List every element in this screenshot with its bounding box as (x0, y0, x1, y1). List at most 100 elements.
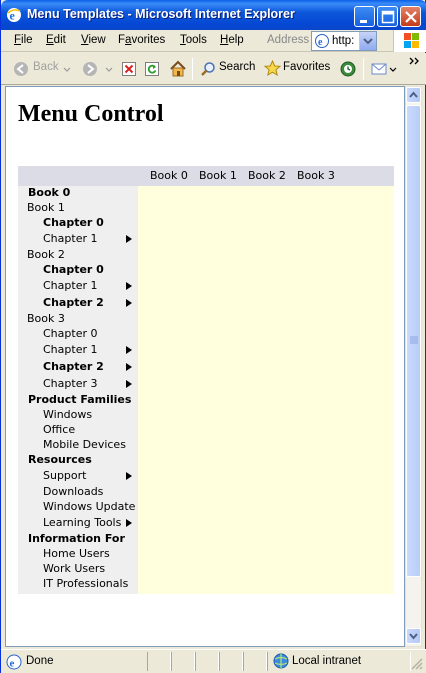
nav-item-label: Book 0 (28, 186, 71, 199)
nav-item-label: Work Users (43, 562, 106, 575)
submenu-arrow-icon (126, 472, 132, 480)
nav-item[interactable]: Chapter 2 (43, 296, 138, 312)
nav-item[interactable]: Book 0 (28, 186, 139, 202)
nav-item-label: Office (43, 423, 76, 436)
windows-logo (393, 30, 426, 52)
submenu-arrow-icon (126, 380, 132, 388)
address-dropdown-button[interactable] (359, 32, 376, 50)
back-arrow-icon (14, 62, 28, 76)
nav-item[interactable]: Chapter 1 (43, 343, 138, 359)
menu-help[interactable]: Help (220, 34, 244, 46)
nav-item-label: Chapter 1 (43, 232, 98, 245)
nav-item[interactable]: Resources (28, 453, 139, 469)
top-menu-book-3[interactable]: Book 3 (297, 169, 335, 182)
resize-grip-icon[interactable] (411, 658, 423, 670)
minimize-button[interactable] (354, 6, 375, 27)
nav-item[interactable]: Home Users (43, 547, 138, 563)
nav-item[interactable]: Product Families (28, 393, 139, 409)
status-bar: e Done Local intranet (1, 649, 426, 673)
submenu-arrow-icon (126, 519, 132, 527)
menu-edit[interactable]: Edit (46, 34, 66, 46)
nav-item[interactable]: Work Users (43, 562, 138, 578)
submenu-arrow-icon (126, 299, 132, 307)
nav-item[interactable]: Book 3 (27, 312, 138, 328)
address-value: http: (332, 35, 355, 47)
nav-item[interactable]: Chapter 2 (43, 360, 138, 376)
nav-item[interactable]: Windows Update (43, 500, 138, 516)
forward-dropdown-icon[interactable] (105, 67, 113, 73)
search-button[interactable]: Search (219, 61, 255, 73)
status-text: Done (26, 655, 54, 667)
page-done-icon: e (6, 654, 22, 670)
nav-item[interactable]: Chapter 0 (43, 327, 138, 343)
scroll-down-button[interactable] (406, 628, 421, 644)
vertical-scrollbar[interactable] (405, 86, 422, 647)
chevron-up-icon (409, 91, 418, 98)
menu-view[interactable]: View (81, 34, 106, 46)
top-menu-book-1[interactable]: Book 1 (199, 169, 237, 182)
mail-icon[interactable] (371, 62, 389, 76)
close-button[interactable] (400, 6, 421, 27)
nav-item[interactable]: Chapter 1 (43, 279, 138, 295)
nav-item[interactable]: Chapter 0 (43, 263, 138, 279)
nav-item-label: IT Professionals (43, 577, 129, 590)
menu-bar: File Edit View Favorites Tools Help Addr… (1, 30, 426, 52)
home-icon[interactable] (169, 60, 187, 77)
nav-item[interactable]: Information For (28, 532, 139, 548)
submenu-arrow-icon (126, 346, 132, 354)
nav-item-label: Windows (43, 408, 93, 421)
page-viewport: Menu Control Book 0 Book 1 Book 2 Book 3… (5, 86, 405, 647)
nav-item[interactable]: Mobile Devices (43, 438, 138, 454)
nav-item[interactable]: Office (43, 423, 138, 439)
nav-item[interactable]: Support (43, 469, 138, 485)
zone-pane: Local intranet (267, 652, 411, 671)
scroll-thumb[interactable] (406, 105, 421, 577)
nav-item-label: Windows Update (43, 500, 136, 513)
nav-item-label: Chapter 0 (43, 263, 104, 276)
menu-file[interactable]: File (14, 34, 33, 46)
status-pane (147, 652, 171, 671)
address-field[interactable]: e http: (311, 31, 377, 51)
nav-item[interactable]: Chapter 0 (43, 216, 138, 232)
nav-item[interactable]: Chapter 3 (43, 377, 138, 393)
top-menu-book-2[interactable]: Book 2 (248, 169, 286, 182)
scroll-up-button[interactable] (406, 87, 421, 103)
nav-item-label: Chapter 2 (43, 296, 104, 309)
top-menu-book-0[interactable]: Book 0 (150, 169, 188, 182)
search-icon (201, 62, 215, 76)
chevron-more-icon[interactable] (409, 57, 421, 67)
status-pane (219, 652, 243, 671)
nav-item[interactable]: Book 1 (27, 201, 138, 217)
favorites-star-icon (264, 60, 281, 77)
mail-dropdown-icon[interactable] (389, 67, 397, 73)
maximize-button[interactable] (377, 6, 398, 27)
nav-item-label: Chapter 1 (43, 279, 98, 292)
nav-item[interactable]: Chapter 1 (43, 232, 138, 248)
nav-item-label: Resources (28, 453, 92, 466)
window-title: Menu Templates - Microsoft Internet Expl… (27, 7, 295, 21)
back-dropdown-icon[interactable] (63, 67, 71, 73)
chevron-down-icon (409, 633, 418, 640)
forward-button-icon[interactable] (82, 61, 98, 77)
menu-favorites[interactable]: Favorites (118, 34, 165, 46)
horizontal-menu: Book 0 Book 1 Book 2 Book 3 (18, 166, 394, 186)
menu-tools[interactable]: Tools (180, 34, 207, 46)
status-pane (195, 652, 219, 671)
nav-item[interactable]: Downloads (43, 485, 138, 501)
local-intranet-icon (273, 653, 289, 669)
refresh-icon[interactable] (145, 62, 159, 76)
history-icon[interactable] (340, 61, 356, 77)
ie-window: e Menu Templates - Microsoft Internet Ex… (0, 0, 426, 673)
status-pane (171, 652, 195, 671)
nav-item[interactable]: Learning Tools (43, 516, 138, 532)
stop-icon[interactable] (122, 62, 136, 76)
back-button[interactable]: Back (33, 61, 59, 73)
nav-item[interactable]: IT Professionals (43, 577, 138, 593)
nav-item[interactable]: Windows (43, 408, 138, 424)
address-label: Address (267, 34, 310, 46)
favorites-button[interactable]: Favorites (283, 61, 330, 73)
submenu-arrow-icon (126, 235, 132, 243)
title-bar[interactable]: e Menu Templates - Microsoft Internet Ex… (1, 0, 426, 30)
grip-icon (410, 336, 418, 344)
nav-item[interactable]: Book 2 (27, 248, 138, 264)
